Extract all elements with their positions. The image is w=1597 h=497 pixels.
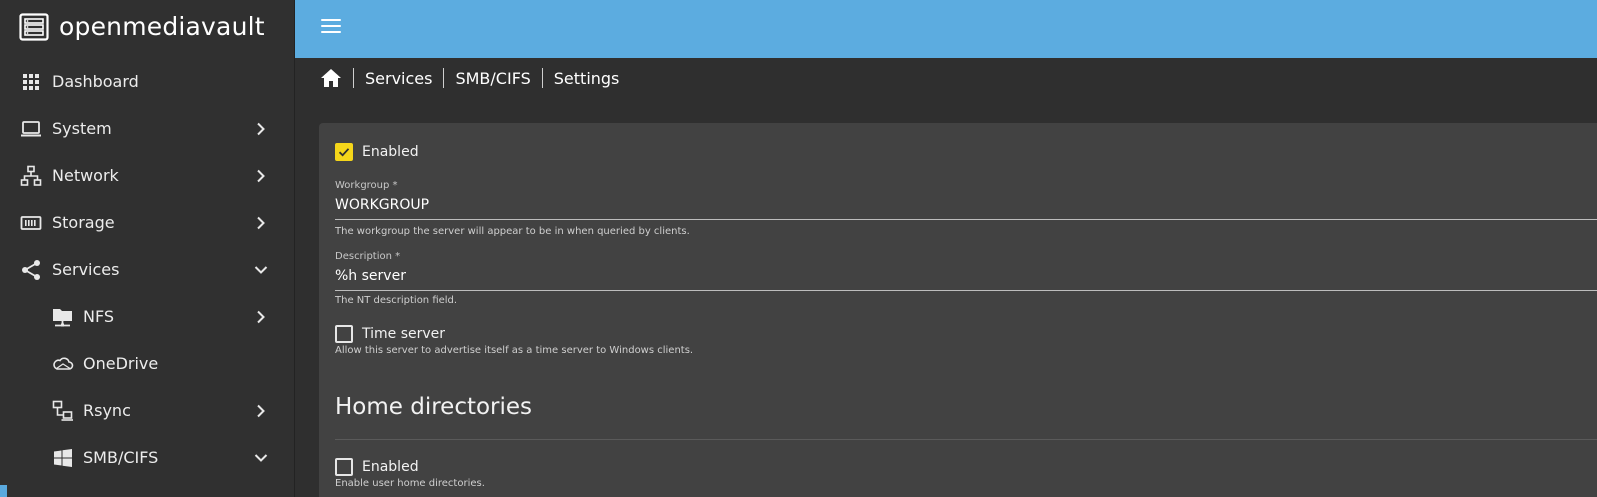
home-enabled-label: Enabled: [362, 459, 419, 475]
brand[interactable]: openmediavault: [19, 11, 265, 43]
folder-network-icon: [53, 309, 72, 327]
sidebar-item-label: System: [52, 119, 112, 138]
home-icon[interactable]: [320, 67, 342, 89]
hamburger-line: [321, 25, 341, 27]
sidebar-item-dashboard[interactable]: Dashboard: [0, 58, 294, 105]
sidebar-item-services[interactable]: Services: [0, 246, 294, 293]
sidebar-nav: Dashboard System Network Storage Service…: [0, 58, 294, 481]
sidebar-item-label: Network: [52, 166, 119, 185]
menu-toggle-button[interactable]: [321, 19, 341, 37]
sync-computers-icon: [52, 400, 73, 421]
storage-icon: [20, 216, 42, 230]
breadcrumb-separator: [541, 68, 543, 88]
cloud-icon: [53, 357, 74, 370]
home-directories-heading: Home directories: [335, 394, 533, 420]
enabled-checkbox-row[interactable]: Enabled: [335, 143, 419, 161]
sidebar-item-label: Services: [52, 260, 120, 279]
workgroup-label: Workgroup *: [335, 180, 398, 191]
laptop-icon: [21, 121, 41, 137]
sidebar-item-network[interactable]: Network: [0, 152, 294, 199]
time-server-checkbox-row[interactable]: Time server: [335, 325, 445, 343]
breadcrumb-smb-cifs[interactable]: SMB/CIFS: [455, 69, 530, 88]
workgroup-input[interactable]: WORKGROUP: [335, 197, 1597, 220]
chevron-down-icon: [254, 266, 268, 274]
hamburger-line: [321, 31, 341, 33]
description-label: Description *: [335, 251, 401, 262]
chevron-right-icon: [257, 122, 265, 136]
section-divider: [335, 439, 1597, 440]
sidebar-item-system[interactable]: System: [0, 105, 294, 152]
sidebar-item-nfs[interactable]: NFS: [0, 293, 294, 340]
time-server-label: Time server: [362, 326, 446, 342]
sidebar-item-label: Dashboard: [52, 72, 139, 91]
settings-form-card: Enabled Workgroup * WORKGROUP The workgr…: [319, 123, 1597, 497]
time-server-hint: Allow this server to advertise itself as…: [335, 345, 694, 356]
top-bar: [295, 0, 1597, 58]
description-input[interactable]: %h server: [335, 268, 1597, 291]
workgroup-hint: The workgroup the server will appear to …: [335, 226, 690, 237]
enabled-checkbox[interactable]: [335, 143, 353, 161]
home-enabled-checkbox-row[interactable]: Enabled: [335, 458, 419, 476]
chevron-right-icon: [257, 169, 265, 183]
server-logo-icon: [19, 13, 49, 41]
sidebar-item-label: Rsync: [83, 401, 131, 420]
hamburger-line: [321, 19, 341, 21]
brand-name: openmediavault: [59, 12, 265, 41]
sidebar-item-label: OneDrive: [83, 354, 159, 373]
checkmark-icon: [338, 148, 350, 157]
chevron-right-icon: [257, 404, 265, 418]
grid-icon: [23, 74, 39, 90]
description-hint: The NT description field.: [335, 295, 458, 306]
breadcrumb-separator: [443, 68, 445, 88]
share-icon: [22, 260, 40, 280]
breadcrumb-services[interactable]: Services: [365, 69, 432, 88]
enabled-label: Enabled: [362, 144, 419, 160]
time-server-checkbox[interactable]: [335, 325, 353, 343]
sidebar-item-smb-cifs[interactable]: SMB/CIFS: [0, 434, 294, 481]
home-enabled-checkbox[interactable]: [335, 458, 353, 476]
network-icon: [20, 165, 42, 186]
sidebar-item-label: SMB/CIFS: [83, 448, 159, 467]
windows-icon: [54, 449, 72, 467]
active-item-indicator: [0, 485, 7, 497]
sidebar: openmediavault Dashboard System Network …: [0, 0, 295, 497]
sidebar-item-onedrive[interactable]: OneDrive: [0, 340, 294, 387]
chevron-right-icon: [257, 310, 265, 324]
chevron-right-icon: [257, 216, 265, 230]
breadcrumb-settings[interactable]: Settings: [554, 69, 620, 88]
breadcrumb: Services SMB/CIFS Settings: [320, 66, 619, 90]
sidebar-item-label: NFS: [83, 307, 115, 326]
sidebar-item-label: Storage: [52, 213, 115, 232]
home-enabled-hint: Enable user home directories.: [335, 478, 485, 489]
breadcrumb-separator: [353, 68, 354, 88]
sidebar-item-rsync[interactable]: Rsync: [0, 387, 294, 434]
sidebar-item-storage[interactable]: Storage: [0, 199, 294, 246]
chevron-down-icon: [254, 454, 268, 462]
